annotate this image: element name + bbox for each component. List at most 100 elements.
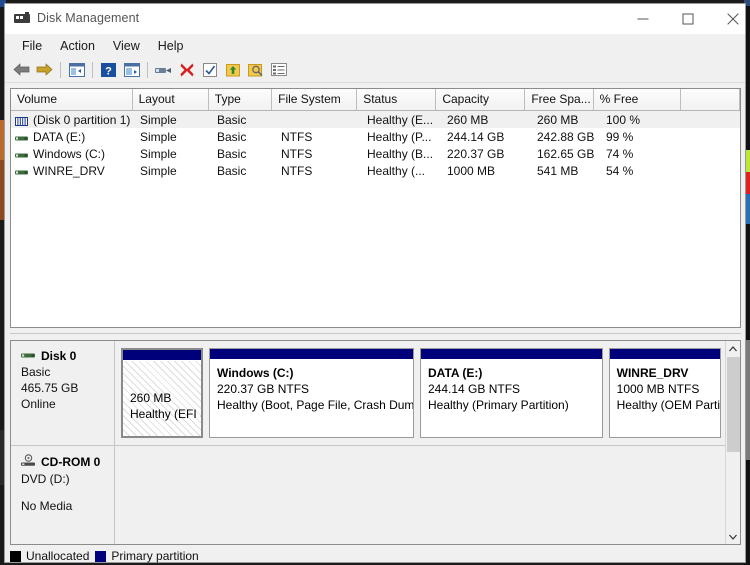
- cdrom-icon: [21, 454, 36, 470]
- legend-swatch: [95, 550, 107, 562]
- partition-details: Windows (C:) 220.37 GB NTFS Healthy (Boot,…: [210, 360, 413, 437]
- legend-label: Primary partition: [111, 549, 199, 563]
- disk-info-panel[interactable]: Disk 0 Basic 465.75 GB Online: [11, 341, 115, 445]
- cell-free-space: 541 MB: [537, 163, 579, 178]
- disk-block-cd-rom-0: CD-ROM 0 DVD (D:) No Media: [11, 446, 740, 544]
- cell-volume-label: (Disk 0 partition 1): [33, 112, 131, 127]
- toolbar-separator: [60, 61, 61, 78]
- partition-details: WINRE_DRV 1000 MB NTFS Healthy (OEM Parti: [610, 360, 720, 437]
- rescan-disks-icon[interactable]: [244, 59, 267, 80]
- disk-management-window: Disk Management File Action View Help ?: [4, 3, 746, 563]
- svg-text:?: ?: [105, 65, 112, 77]
- legend-label: Unallocated: [26, 549, 90, 563]
- cell-free-space: 242.88 GB: [537, 129, 595, 144]
- volume-icon: [15, 149, 28, 158]
- disk-info-spacer: [21, 486, 114, 497]
- table-row[interactable]: Windows (C:) Simple Basic NTFS Healthy (B...…: [11, 145, 740, 162]
- back-icon[interactable]: [10, 59, 33, 80]
- cell-percent-free: 54 %: [606, 163, 634, 178]
- partition-status: Healthy (Boot, Page File, Crash Dum: [217, 398, 413, 412]
- check-disk-icon[interactable]: [198, 59, 221, 80]
- table-row[interactable]: WINRE_DRV Simple Basic NTFS Healthy (... 1000…: [11, 162, 740, 179]
- disk-title: Disk 0: [41, 349, 77, 363]
- cell-layout: Simple: [140, 129, 177, 144]
- partition-name: DATA (E:): [428, 366, 483, 380]
- column-header-free-spa[interactable]: Free Spa...: [525, 89, 594, 110]
- cell-file-system: NTFS: [281, 146, 313, 161]
- column-header--free[interactable]: % Free: [593, 89, 681, 110]
- menu-item-view[interactable]: View: [104, 37, 149, 55]
- cell-volume-label: WINRE_DRV: [33, 163, 105, 178]
- cell-percent-free: 99 %: [606, 129, 634, 144]
- empty-media-area: [115, 446, 725, 544]
- toolbar: ?: [5, 57, 745, 83]
- column-header-status[interactable]: Status: [357, 89, 437, 110]
- maximize-button[interactable]: [665, 4, 710, 33]
- cell-capacity: 220.37 GB: [447, 146, 505, 161]
- volume-list-header: Volume Layout Type File System Status Capacit…: [11, 89, 741, 111]
- menu-item-action[interactable]: Action: [51, 37, 104, 55]
- partition-block[interactable]: Windows (C:) 220.37 GB NTFS Healthy (Boot,…: [209, 348, 414, 438]
- partition-color-bar: [210, 349, 413, 360]
- cell-capacity: 260 MB: [447, 112, 489, 127]
- disk-type: Basic: [21, 365, 51, 379]
- partition-color-bar: [609, 349, 720, 360]
- menu-bar: File Action View Help: [5, 34, 745, 57]
- partition-size-fs: 220.37 GB NTFS: [217, 382, 310, 396]
- table-row[interactable]: DATA (E:) Simple Basic NTFS Healthy (P... 244…: [11, 128, 740, 145]
- scroll-down-arrow[interactable]: [726, 529, 740, 544]
- volume-icon: [15, 166, 28, 175]
- help-icon[interactable]: ?: [97, 59, 120, 80]
- window-title: Disk Management: [37, 11, 140, 25]
- disk-blocks: Disk 0 Basic 465.75 GB Online 260 MB Healthy …: [11, 341, 740, 544]
- show-hide-console-tree-icon[interactable]: [65, 59, 88, 80]
- scroll-up-arrow[interactable]: [726, 341, 740, 356]
- partition-size-fs: 1000 MB NTFS: [616, 382, 700, 396]
- column-header-file-system[interactable]: File System: [272, 89, 358, 110]
- close-button[interactable]: [710, 4, 750, 33]
- cell-volume: DATA (E:): [11, 130, 134, 144]
- properties-icon[interactable]: [152, 59, 175, 80]
- disk-status: No Media: [21, 499, 73, 513]
- cell-file-system: NTFS: [281, 163, 313, 178]
- partition-status: Healthy (OEM Parti: [616, 398, 720, 412]
- cell-free-space: 162.65 GB: [537, 146, 595, 161]
- cell-percent-free: 74 %: [606, 146, 634, 161]
- partition-strip: 260 MB Healthy (EFI Sy Windows (C:) 220.37 …: [115, 341, 725, 445]
- menu-item-file[interactable]: File: [13, 37, 51, 55]
- forward-icon[interactable]: [33, 59, 56, 80]
- partition-name-spacer: [130, 367, 201, 389]
- menu-item-help[interactable]: Help: [149, 37, 193, 55]
- cell-volume: (Disk 0 partition 1): [11, 113, 134, 127]
- show-hide-action-pane-icon[interactable]: [120, 59, 143, 80]
- column-header-capacity[interactable]: Capacity: [436, 89, 526, 110]
- volume-list-pane: Volume Layout Type File System Status Capacit…: [10, 88, 741, 328]
- column-header-volume[interactable]: Volume: [11, 89, 133, 110]
- efi-volume-icon: [15, 115, 28, 126]
- partition-block[interactable]: DATA (E:) 244.14 GB NTFS Healthy (Primary …: [420, 348, 603, 438]
- partition-block[interactable]: WINRE_DRV 1000 MB NTFS Healthy (OEM Parti: [608, 348, 721, 438]
- table-row[interactable]: (Disk 0 partition 1) Simple Basic Healthy (…: [11, 111, 740, 128]
- partition-details: DATA (E:) 244.14 GB NTFS Healthy (Primary …: [421, 360, 602, 437]
- legend-bar: Unallocated Primary partition: [10, 549, 741, 563]
- column-header-blank[interactable]: [680, 89, 741, 110]
- column-header-layout[interactable]: Layout: [132, 89, 209, 110]
- cell-percent-free: 100 %: [606, 112, 641, 127]
- minimize-button[interactable]: [620, 4, 665, 33]
- list-view-icon[interactable]: [267, 59, 290, 80]
- disk-block-disk-0: Disk 0 Basic 465.75 GB Online 260 MB Healthy …: [11, 341, 740, 446]
- graphical-view-pane: Disk 0 Basic 465.75 GB Online 260 MB Healthy …: [10, 340, 741, 545]
- partition-block[interactable]: 260 MB Healthy (EFI Sy: [121, 348, 203, 438]
- graphical-view-scrollbar[interactable]: [725, 341, 740, 544]
- column-header-type[interactable]: Type: [208, 89, 273, 110]
- cell-type: Basic: [217, 112, 247, 127]
- disk-info-panel[interactable]: CD-ROM 0 DVD (D:) No Media: [11, 446, 115, 544]
- partition-size-fs: 244.14 GB NTFS: [428, 382, 521, 396]
- disk-status: Online: [21, 397, 56, 411]
- legend-item: Primary partition: [95, 549, 199, 563]
- scrollbar-thumb[interactable]: [727, 357, 740, 452]
- pane-splitter[interactable]: [10, 331, 741, 337]
- upgrade-disk-icon[interactable]: [221, 59, 244, 80]
- cell-volume: WINRE_DRV: [11, 164, 134, 178]
- delete-icon[interactable]: [175, 59, 198, 80]
